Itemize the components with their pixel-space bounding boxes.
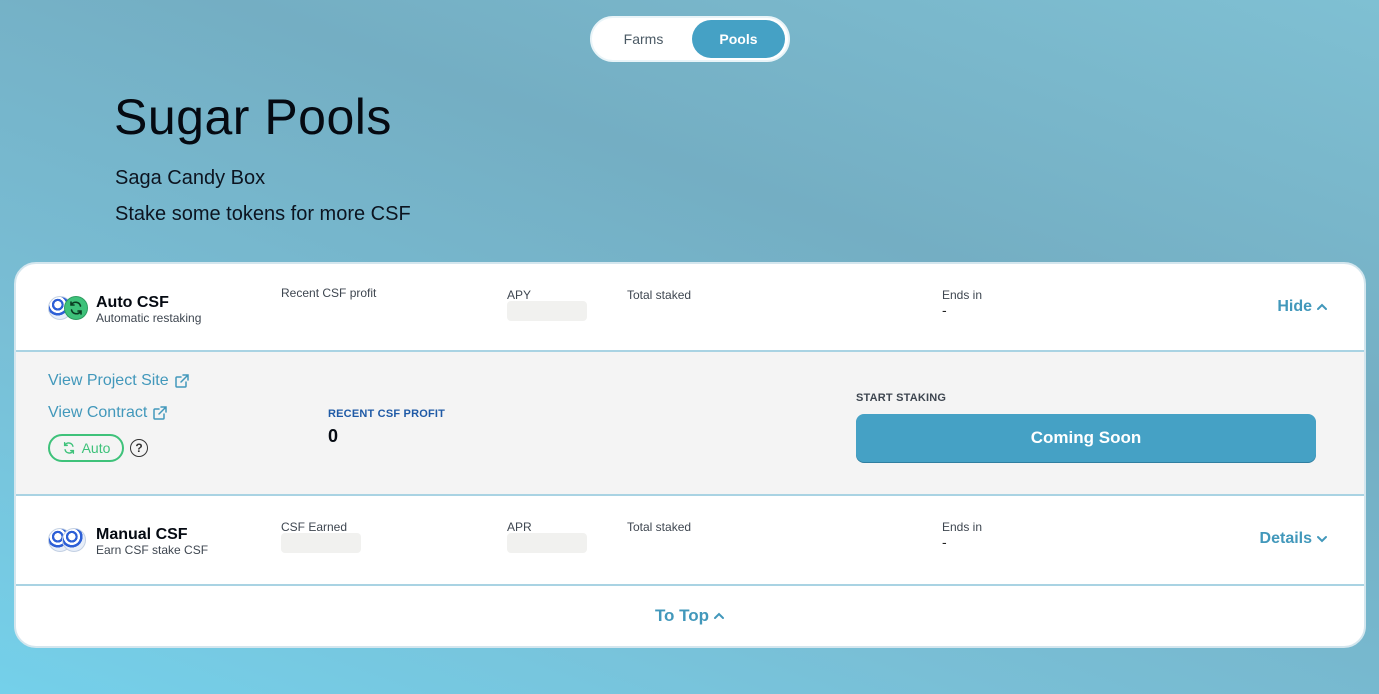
csf-earned-loading-skeleton <box>281 533 361 553</box>
chevron-up-icon <box>1317 303 1327 310</box>
card-footer: To Top <box>16 586 1364 646</box>
view-contract-label: View Contract <box>48 404 148 421</box>
recent-profit-value: 0 <box>328 426 339 446</box>
tab-farms[interactable]: Farms <box>595 20 692 58</box>
to-top-label: To Top <box>654 606 710 625</box>
pools-card: Auto CSF Automatic restaking Recent CSF … <box>14 262 1366 648</box>
view-project-site-label: View Project Site <box>48 372 169 389</box>
apy-loading-skeleton <box>507 301 587 321</box>
coming-soon-button[interactable]: Coming Soon <box>856 414 1316 462</box>
external-link-icon <box>153 406 168 420</box>
recent-profit-detail-label: RECENT CSF PROFIT <box>328 408 446 420</box>
external-link-icon <box>174 374 189 388</box>
start-staking-label: START STAKING <box>856 392 947 404</box>
auto-badge: Auto <box>48 434 124 462</box>
view-project-site-link[interactable]: View Project Site <box>48 372 189 390</box>
recent-profit-label: Recent CSF profit <box>281 286 377 300</box>
apy-label: APY <box>507 288 532 302</box>
auto-refresh-icon <box>63 442 74 454</box>
ends-in-value: - <box>942 534 947 550</box>
chevron-up-icon <box>714 612 725 619</box>
to-top-button[interactable]: To Top <box>16 606 1364 626</box>
total-staked-label: Total staked <box>627 520 692 534</box>
auto-csf-token-icon <box>48 296 88 322</box>
details-button[interactable]: Details <box>1260 530 1328 548</box>
auto-refresh-icon <box>64 296 88 320</box>
pool-name: Manual CSF <box>96 526 188 543</box>
page-title: Sugar Pools <box>114 89 392 145</box>
csf-earned-label: CSF Earned <box>281 520 348 534</box>
hide-button[interactable]: Hide <box>1277 298 1328 316</box>
ends-in-label: Ends in <box>942 288 983 302</box>
pool-details-panel: View Project Site View Contract Auto ? R… <box>16 352 1364 496</box>
apr-loading-skeleton <box>507 533 587 553</box>
total-staked-label: Total staked <box>627 288 692 302</box>
farms-pools-toggle: Farms Pools <box>590 16 790 62</box>
manual-csf-token-icon <box>48 528 88 554</box>
question-icon[interactable]: ? <box>130 439 148 457</box>
pool-description: Earn CSF stake CSF <box>96 543 209 557</box>
page-subtitle: Saga Candy Box <box>115 167 266 189</box>
pool-row-manual-csf[interactable]: Manual CSF Earn CSF stake CSF CSF Earned… <box>16 496 1364 586</box>
ends-in-value: - <box>942 302 947 318</box>
hide-label: Hide <box>1277 298 1312 315</box>
pool-name: Auto CSF <box>96 294 169 311</box>
csf-token-icon <box>62 528 86 552</box>
apr-label: APR <box>507 520 532 534</box>
tab-pools[interactable]: Pools <box>691 20 785 58</box>
auto-badge-label: Auto <box>81 440 111 456</box>
pool-description: Automatic restaking <box>96 311 202 325</box>
pool-row-auto-csf[interactable]: Auto CSF Automatic restaking Recent CSF … <box>16 264 1364 352</box>
page-description: Stake some tokens for more CSF <box>115 203 411 225</box>
chevron-down-icon <box>1317 536 1327 543</box>
details-label: Details <box>1259 530 1312 547</box>
view-contract-link[interactable]: View Contract <box>48 404 168 422</box>
ends-in-label: Ends in <box>942 520 983 534</box>
